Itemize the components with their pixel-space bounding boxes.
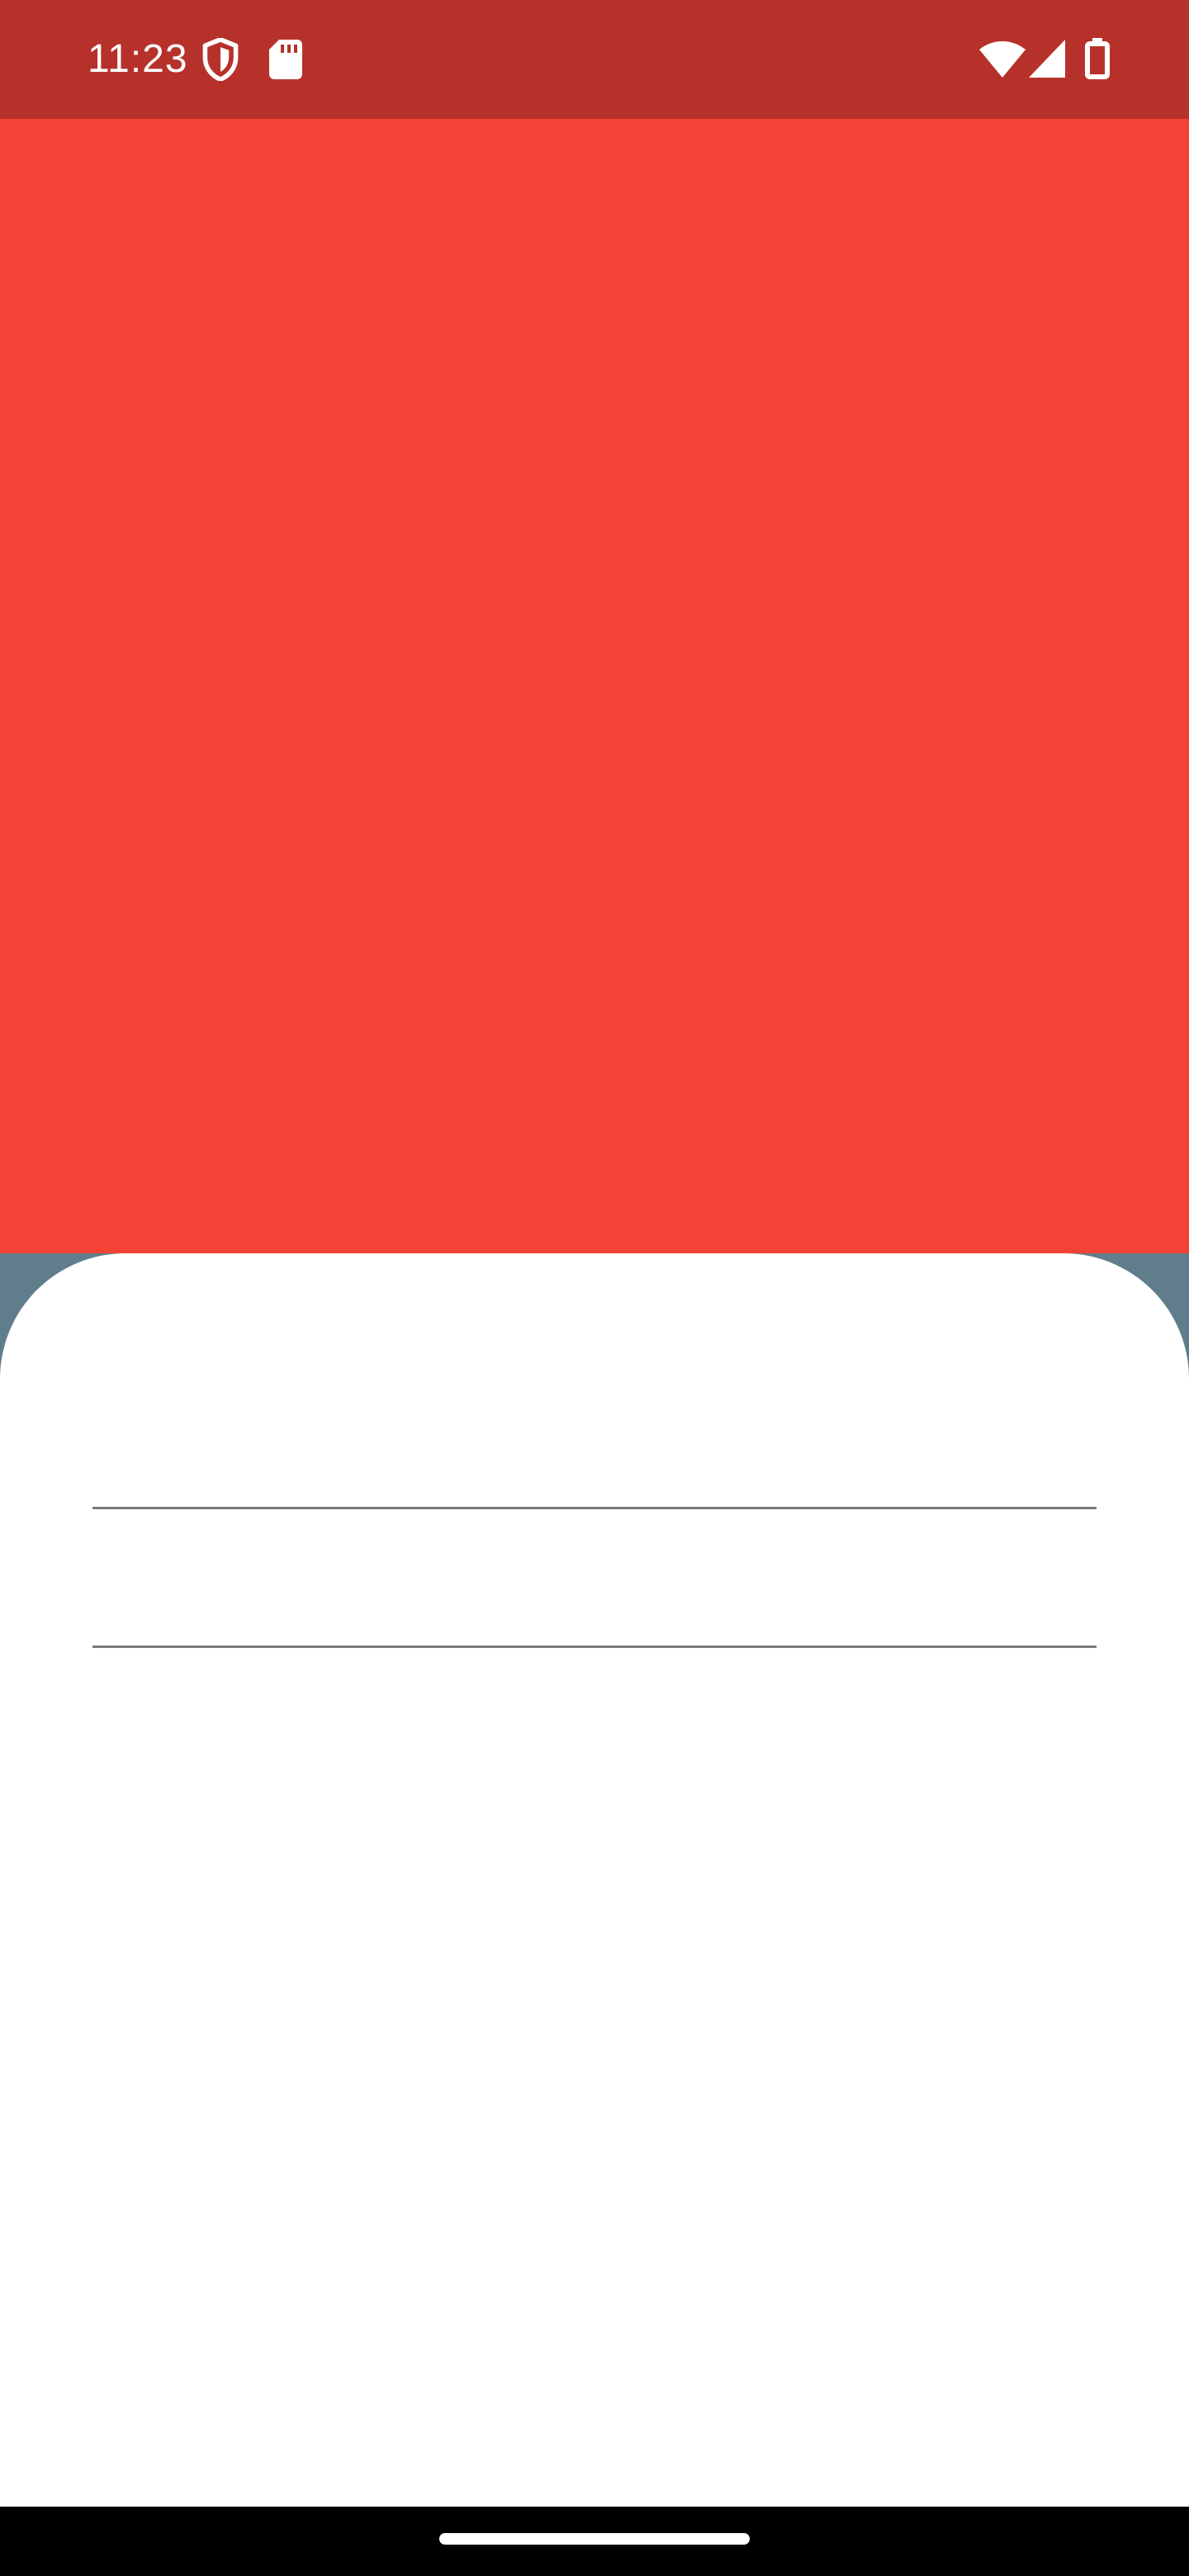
shield-icon bbox=[202, 38, 239, 81]
text-field-2[interactable] bbox=[92, 1549, 1097, 1648]
navigation-bar bbox=[0, 2507, 1189, 2576]
status-bar: 11:23 bbox=[0, 0, 1189, 119]
app-screen: 11:23 bbox=[0, 0, 1189, 2576]
wifi-icon bbox=[979, 41, 1026, 78]
hero-banner bbox=[0, 119, 1189, 1253]
status-time: 11:23 bbox=[88, 37, 188, 81]
signal-icon bbox=[1029, 40, 1065, 78]
sd-card-icon bbox=[269, 40, 302, 79]
text-field-1[interactable] bbox=[92, 1410, 1097, 1509]
battery-icon bbox=[1085, 38, 1110, 79]
home-handle[interactable] bbox=[439, 2533, 750, 2545]
